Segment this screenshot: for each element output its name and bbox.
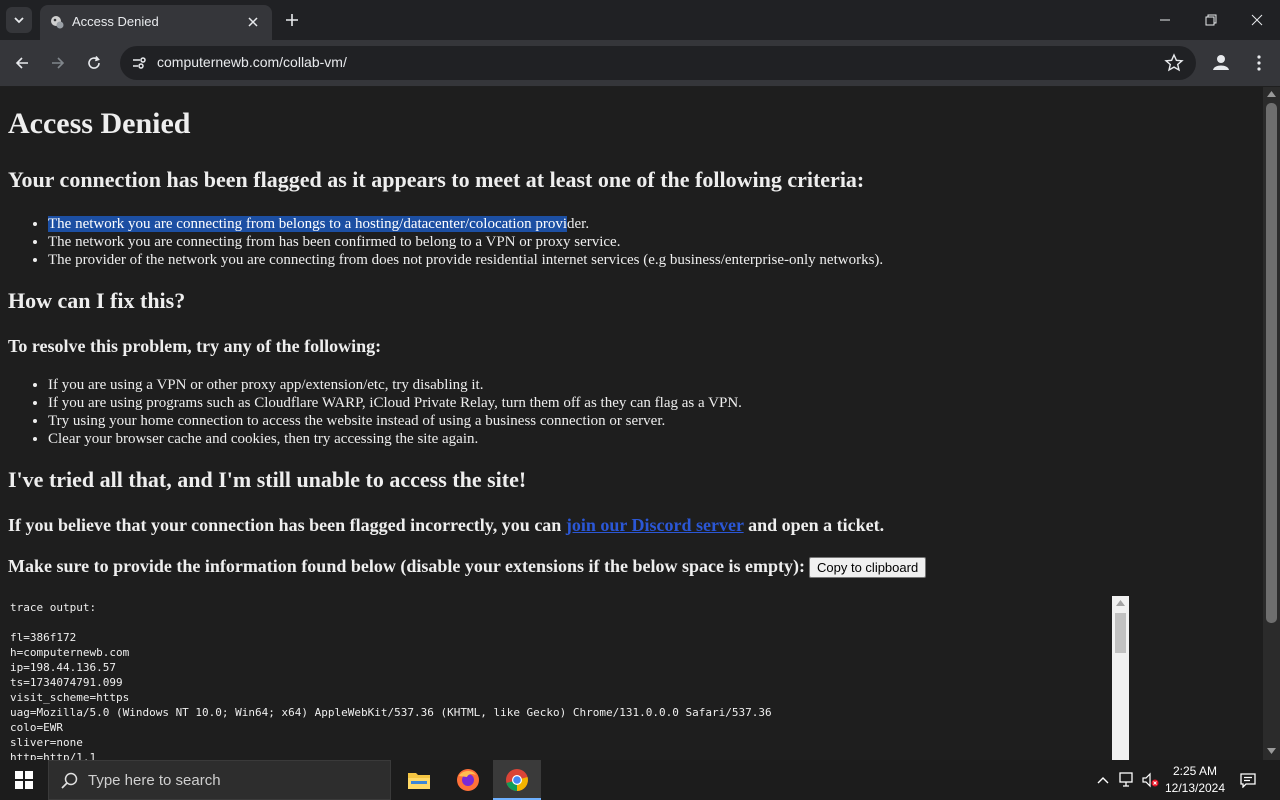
tab-search-button[interactable] (6, 7, 32, 33)
page-scrollbar[interactable] (1263, 87, 1280, 760)
firefox-icon (457, 769, 479, 791)
close-window-button[interactable] (1234, 0, 1280, 40)
chevron-up-icon (1097, 777, 1109, 784)
page-content: Access Denied Your connection has been f… (0, 87, 1263, 760)
ticket-prefix: If you believe that your connection has … (8, 515, 562, 535)
more-vertical-icon (1257, 55, 1261, 71)
notification-center-button[interactable] (1234, 760, 1262, 800)
list-item: Try using your home connection to access… (48, 412, 742, 430)
show-hidden-icons-button[interactable] (1094, 760, 1112, 800)
site-favicon-icon (51, 16, 64, 29)
tab-strip: Access Denied (0, 0, 1280, 40)
notification-icon (1240, 773, 1256, 788)
trace-output-text: trace output: fl=386f172 h=computernewb.… (10, 601, 772, 760)
list-item: If you are using programs such as Cloudf… (48, 394, 742, 412)
url-text[interactable]: computernewb.com/collab-vm/ (157, 54, 347, 70)
tried-heading: I've tried all that, and I'm still unabl… (8, 467, 527, 492)
volume-muted-icon (1142, 772, 1159, 788)
plus-icon (286, 14, 298, 26)
firefox-button[interactable] (444, 760, 492, 800)
minimize-button[interactable] (1142, 0, 1188, 40)
page-scrollbar-thumb[interactable] (1266, 103, 1277, 623)
close-icon (1251, 14, 1263, 26)
list-item-text: der. (567, 216, 590, 232)
chrome-icon (506, 769, 528, 791)
address-bar[interactable]: computernewb.com/collab-vm/ (120, 46, 1196, 80)
network-icon (1119, 772, 1133, 787)
arrow-right-icon (52, 57, 65, 69)
file-explorer-button[interactable] (395, 760, 443, 800)
bookmark-star-icon[interactable] (1164, 53, 1184, 73)
criteria-list: The network you are connecting from belo… (0, 215, 883, 269)
page-title: Access Denied (8, 107, 191, 140)
new-tab-button[interactable] (282, 10, 302, 30)
ticket-paragraph: If you believe that your connection has … (8, 515, 884, 536)
trace-scrollbar[interactable] (1112, 596, 1129, 760)
folder-icon (408, 773, 430, 789)
restore-button[interactable] (1188, 0, 1234, 40)
volume-button[interactable] (1140, 760, 1162, 800)
list-item: The network you are connecting from has … (48, 233, 883, 251)
site-info-icon[interactable] (130, 54, 148, 72)
clock-time: 2:25 AM (1172, 764, 1218, 778)
taskbar-clock[interactable]: 2:25 AM 12/13/2024 (1160, 763, 1230, 797)
selected-text: The network you are connecting from belo… (48, 216, 568, 232)
list-item: If you are using a VPN or other proxy ap… (48, 376, 742, 394)
scroll-up-arrow-icon[interactable] (1267, 91, 1276, 97)
list-item: Clear your browser cache and cookies, th… (48, 430, 742, 448)
browser-toolbar: computernewb.com/collab-vm/ (0, 40, 1280, 127)
trace-output-box[interactable]: trace output: fl=386f172 h=computernewb.… (2, 596, 1130, 760)
taskbar-search-box[interactable]: Type here to search (48, 760, 391, 800)
restore-icon (1205, 14, 1217, 26)
close-icon (248, 17, 258, 27)
tab-active[interactable]: Access Denied (40, 5, 272, 40)
back-button[interactable] (10, 51, 34, 75)
browser-menu-button[interactable] (1249, 52, 1269, 74)
trace-scrollbar-thumb[interactable] (1115, 613, 1126, 653)
minimize-icon (1160, 19, 1170, 21)
copy-to-clipboard-button[interactable]: Copy to clipboard (809, 557, 927, 579)
fix-heading: How can I fix this? (8, 288, 186, 313)
scroll-up-arrow-icon[interactable] (1116, 600, 1125, 606)
forward-button[interactable] (46, 51, 70, 75)
taskbar-search-placeholder: Type here to search (88, 772, 221, 789)
tab-close-button[interactable] (244, 13, 262, 31)
windows-logo-icon (15, 771, 33, 789)
network-status-button[interactable] (1116, 760, 1138, 800)
discord-link[interactable]: join our Discord server (566, 515, 744, 535)
tab-title: Access Denied (72, 14, 159, 29)
arrow-left-icon (15, 57, 28, 69)
ticket-suffix: and open a ticket. (748, 515, 885, 535)
list-item: The network you are connecting from belo… (48, 215, 883, 233)
resolve-heading: To resolve this problem, try any of the … (8, 336, 382, 356)
scroll-down-arrow-icon[interactable] (1267, 748, 1276, 754)
reload-icon (88, 55, 100, 69)
list-item: The provider of the network you are conn… (48, 251, 883, 269)
chrome-button[interactable] (493, 760, 541, 800)
reload-button[interactable] (82, 51, 106, 75)
clock-date: 12/13/2024 (1164, 781, 1226, 795)
provide-paragraph: Make sure to provide the information fou… (8, 556, 927, 579)
taskbar: Type here to search 2:25 AM 12/13/2024 (0, 760, 1280, 800)
chevron-down-icon (14, 17, 24, 24)
provide-text: Make sure to provide the information fou… (8, 556, 806, 576)
criteria-heading: Your connection has been flagged as it a… (8, 167, 865, 192)
fix-list: If you are using a VPN or other proxy ap… (0, 376, 742, 448)
search-icon (61, 772, 78, 789)
profile-icon[interactable] (1210, 51, 1232, 73)
start-button[interactable] (0, 760, 48, 800)
